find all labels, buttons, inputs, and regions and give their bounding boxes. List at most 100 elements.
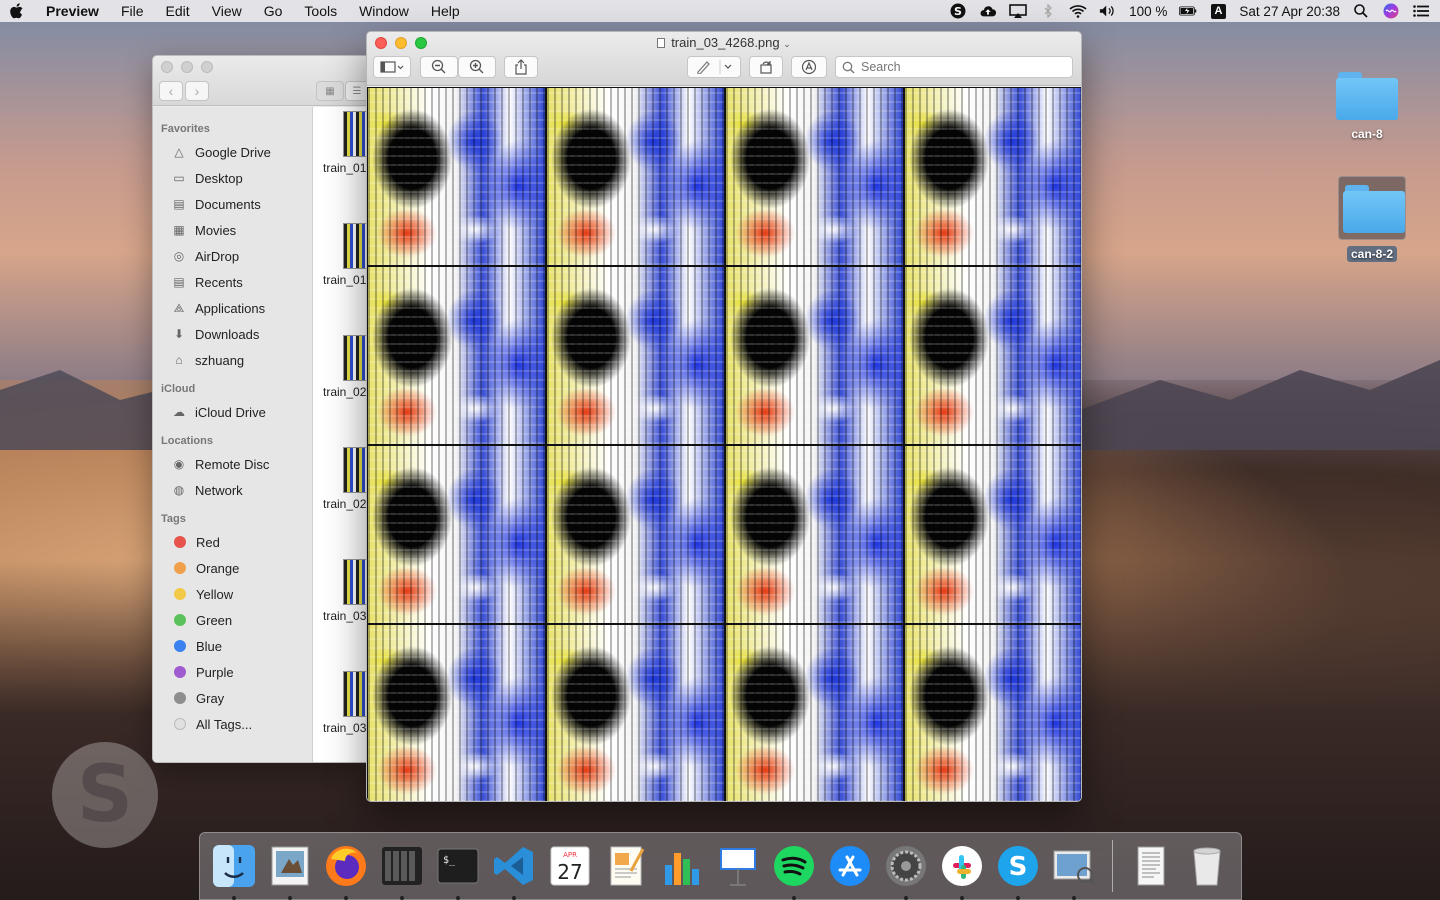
airplay-icon[interactable] <box>1009 3 1027 19</box>
dock-firefox[interactable] <box>320 840 372 900</box>
back-button[interactable]: ‹ <box>159 81 183 101</box>
sidebar-tag-blue[interactable]: Blue <box>153 633 312 659</box>
file-item[interactable]: train_03 <box>323 671 366 735</box>
window-title[interactable]: train_03_4268.png ⌄ <box>367 35 1081 50</box>
file-item[interactable]: train_01 <box>323 111 367 175</box>
dock-preview-app[interactable] <box>1048 840 1100 900</box>
file-name: train_01 <box>323 161 367 175</box>
menu-go[interactable]: Go <box>264 3 283 19</box>
dock-slack[interactable] <box>936 840 988 900</box>
dock-spotify[interactable] <box>768 840 820 900</box>
dock-terminal[interactable]: $_ <box>432 840 484 900</box>
tag-dot <box>174 640 186 652</box>
wifi-icon[interactable] <box>1069 3 1087 19</box>
list-view-button[interactable]: ☰ <box>345 81 366 101</box>
tag-dot <box>174 718 186 730</box>
file-item[interactable]: train_02 <box>323 335 366 399</box>
dock-preview[interactable] <box>264 840 316 900</box>
dock-documents-stack[interactable] <box>1125 840 1177 892</box>
rotate-button[interactable] <box>749 56 783 78</box>
file-item[interactable]: train_01 <box>323 223 366 287</box>
battery-icon[interactable] <box>1179 3 1197 19</box>
preview-window: train_03_4268.png ⌄ <box>366 31 1082 802</box>
dock: $_ APR 27 S <box>199 832 1242 900</box>
zoom-in-button[interactable] <box>458 56 496 78</box>
sidebar-item-downloads[interactable]: ⬇ Downloads <box>153 321 312 347</box>
sidebar-tag-purple[interactable]: Purple <box>153 659 312 685</box>
sidebar-tag-green[interactable]: Green <box>153 607 312 633</box>
file-name: train_02 <box>323 497 367 511</box>
preview-icon <box>1053 850 1096 886</box>
sidebar-tag-orange[interactable]: Orange <box>153 555 312 581</box>
sidebar-item-remote-disc[interactable]: ◉ Remote Disc <box>153 451 312 477</box>
sidebar-item-google-drive[interactable]: △ Google Drive <box>153 139 312 165</box>
menu-tools[interactable]: Tools <box>304 3 337 19</box>
forward-button[interactable]: › <box>185 81 209 101</box>
finder-titlebar: ‹ › ▦ ☰ <box>153 56 366 106</box>
search-input[interactable] <box>861 60 1061 74</box>
dock-finder[interactable] <box>208 840 260 900</box>
markup-pen-button[interactable] <box>687 56 741 78</box>
menu-view[interactable]: View <box>212 3 242 19</box>
skype-status-icon[interactable]: S <box>949 3 967 19</box>
running-indicator <box>400 896 404 900</box>
menu-clock[interactable]: Sat 27 Apr 20:38 <box>1239 4 1340 19</box>
volume-icon[interactable] <box>1099 3 1117 19</box>
sidebar-tag-yellow[interactable]: Yellow <box>153 581 312 607</box>
menu-app-preview[interactable]: Preview <box>46 3 99 19</box>
desktop-folder-can-8[interactable]: can-8 <box>1327 70 1407 142</box>
dock-pages[interactable] <box>600 840 652 892</box>
sidebar-item-network[interactable]: ◍ Network <box>153 477 312 503</box>
generated-image-tile <box>726 625 903 801</box>
apple-menu-icon[interactable] <box>10 3 26 19</box>
dock-trash[interactable] <box>1181 840 1233 892</box>
spotlight-search-icon[interactable] <box>1352 3 1370 19</box>
sidebar-tag-all[interactable]: All Tags... <box>153 711 312 737</box>
close-button[interactable] <box>161 61 173 73</box>
sidebar-item-label: Downloads <box>195 326 260 342</box>
dock-keynote[interactable] <box>712 840 764 892</box>
sidebar-item-recents[interactable]: ▤ Recents <box>153 269 312 295</box>
icon-view-button[interactable]: ▦ <box>316 81 344 101</box>
menu-file[interactable]: File <box>121 3 144 19</box>
desktop-folder-can-8-2[interactable]: can-8-2 <box>1332 176 1412 262</box>
menu-edit[interactable]: Edit <box>166 3 190 19</box>
sidebar-item-airdrop[interactable]: ◎ AirDrop <box>153 243 312 269</box>
terminal-icon: $_ <box>437 848 479 884</box>
search-field[interactable] <box>835 56 1073 78</box>
menu-help[interactable]: Help <box>431 3 460 19</box>
sidebar-toggle-button[interactable] <box>373 56 411 78</box>
sidebar-item-desktop[interactable]: ▭ Desktop <box>153 165 312 191</box>
input-source-icon[interactable]: A <box>1209 3 1227 19</box>
file-item[interactable]: train_03 <box>323 559 366 623</box>
sidebar-item-label: Applications <box>195 300 266 316</box>
bluetooth-icon[interactable] <box>1039 3 1057 19</box>
dock-activity-monitor[interactable] <box>376 840 428 900</box>
sidebar-tag-gray[interactable]: Gray <box>153 685 312 711</box>
share-button[interactable] <box>504 56 538 78</box>
zoom-out-button[interactable] <box>420 56 458 78</box>
dock-calendar[interactable]: APR 27 <box>544 840 596 892</box>
menu-window[interactable]: Window <box>359 3 409 19</box>
file-item[interactable]: train_02 <box>323 447 367 511</box>
markup-toolbar-button[interactable] <box>791 56 827 78</box>
siri-icon[interactable] <box>1382 3 1400 19</box>
sidebar-item-icloud-drive[interactable]: ☁ iCloud Drive <box>153 399 312 425</box>
sidebar-item-documents[interactable]: ▤ Documents <box>153 191 312 217</box>
dock-numbers[interactable] <box>656 840 708 892</box>
image-thumbnail <box>343 671 366 717</box>
sidebar-item-home[interactable]: ⌂ szhuang <box>153 347 312 373</box>
dock-skype[interactable]: S <box>992 840 1044 900</box>
zoom-button[interactable] <box>201 61 213 73</box>
pen-icon <box>697 60 732 74</box>
sidebar-item-applications[interactable]: ⟁ Applications <box>153 295 312 321</box>
sidebar-tag-red[interactable]: Red <box>153 529 312 555</box>
dock-system-preferences[interactable] <box>880 840 932 900</box>
notification-center-icon[interactable] <box>1412 3 1430 19</box>
sidebar-item-movies[interactable]: ▦ Movies <box>153 217 312 243</box>
image-canvas[interactable] <box>367 87 1081 801</box>
minimize-button[interactable] <box>181 61 193 73</box>
dock-vscode[interactable] <box>488 840 540 900</box>
dock-app-store[interactable] <box>824 840 876 892</box>
cloud-upload-icon[interactable] <box>979 3 997 19</box>
